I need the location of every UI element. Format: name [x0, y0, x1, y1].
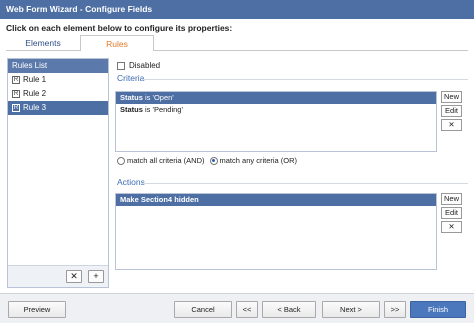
- rule-item-label: Rule 2: [23, 89, 47, 98]
- tab-rules[interactable]: Rules: [80, 35, 154, 51]
- rules-list-header: Rules List: [8, 59, 108, 73]
- rule-item-label: Rule 3: [23, 103, 47, 112]
- delete-rule-button[interactable]: ✕: [66, 270, 82, 283]
- actions-section-label: Actions: [117, 177, 145, 187]
- rule-item-1[interactable]: R Rule 1: [8, 73, 108, 87]
- rules-list-panel: Rules List R Rule 1 R Rule 2 R Rule 3 ✕ …: [7, 58, 109, 288]
- finish-button[interactable]: Finish: [410, 301, 466, 318]
- rule-icon: R: [12, 76, 20, 84]
- criteria-value: 'Pending': [152, 105, 183, 114]
- window-title: Web Form Wizard - Configure Fields: [0, 0, 474, 19]
- new-action-button[interactable]: New: [441, 193, 462, 205]
- rule-item-2[interactable]: R Rule 2: [8, 87, 108, 101]
- match-all-radio[interactable]: [117, 156, 125, 165]
- criteria-field: Status: [120, 93, 143, 102]
- criteria-divider: [142, 79, 468, 80]
- actions-list[interactable]: Make Section4 hidden: [115, 193, 437, 270]
- preview-button[interactable]: Preview: [8, 301, 66, 318]
- first-page-button[interactable]: <<: [236, 301, 258, 318]
- rule-item-label: Rule 1: [23, 75, 47, 84]
- wizard-footer: Preview Cancel << < Back Next > >> Finis…: [0, 293, 474, 323]
- disabled-checkbox[interactable]: [117, 61, 125, 70]
- criteria-value: 'Open': [152, 93, 174, 102]
- back-button[interactable]: < Back: [262, 301, 316, 318]
- disabled-option[interactable]: Disabled: [117, 61, 160, 70]
- disabled-label: Disabled: [129, 61, 161, 70]
- rule-icon: R: [12, 104, 20, 112]
- actions-divider: [142, 183, 468, 184]
- rule-icon: R: [12, 90, 20, 98]
- cancel-button[interactable]: Cancel: [174, 301, 232, 318]
- criteria-field: Status: [120, 105, 143, 114]
- criteria-list[interactable]: Status is 'Open' Status is 'Pending': [115, 91, 437, 152]
- edit-action-button[interactable]: Edit: [441, 207, 462, 219]
- criteria-row-1[interactable]: Status is 'Open': [116, 92, 436, 104]
- instruction-text: Click on each element below to configure…: [6, 23, 233, 33]
- match-all-label: match all criteria (AND): [127, 156, 205, 165]
- criteria-operator: is: [142, 93, 153, 102]
- action-text: Make Section4 hidden: [120, 195, 199, 204]
- match-any-label: match any criteria (OR): [219, 156, 298, 165]
- edit-criteria-button[interactable]: Edit: [441, 105, 462, 117]
- add-rule-button[interactable]: +: [88, 270, 104, 283]
- new-criteria-button[interactable]: New: [441, 91, 462, 103]
- criteria-section-label: Criteria: [117, 73, 145, 83]
- delete-action-button[interactable]: ✕: [441, 221, 462, 233]
- last-page-button[interactable]: >>: [384, 301, 406, 318]
- criteria-row-2[interactable]: Status is 'Pending': [116, 104, 436, 116]
- next-button[interactable]: Next >: [322, 301, 380, 318]
- delete-criteria-button[interactable]: ✕: [441, 119, 462, 131]
- rules-list-footer: ✕ +: [8, 265, 108, 287]
- criteria-operator: is: [142, 105, 153, 114]
- match-any-radio[interactable]: [209, 156, 218, 165]
- tab-elements[interactable]: Elements: [6, 35, 80, 51]
- rule-item-3[interactable]: R Rule 3: [8, 101, 108, 115]
- match-mode-group: match all criteria (AND) match any crite…: [117, 156, 297, 165]
- action-row-1[interactable]: Make Section4 hidden: [116, 194, 436, 206]
